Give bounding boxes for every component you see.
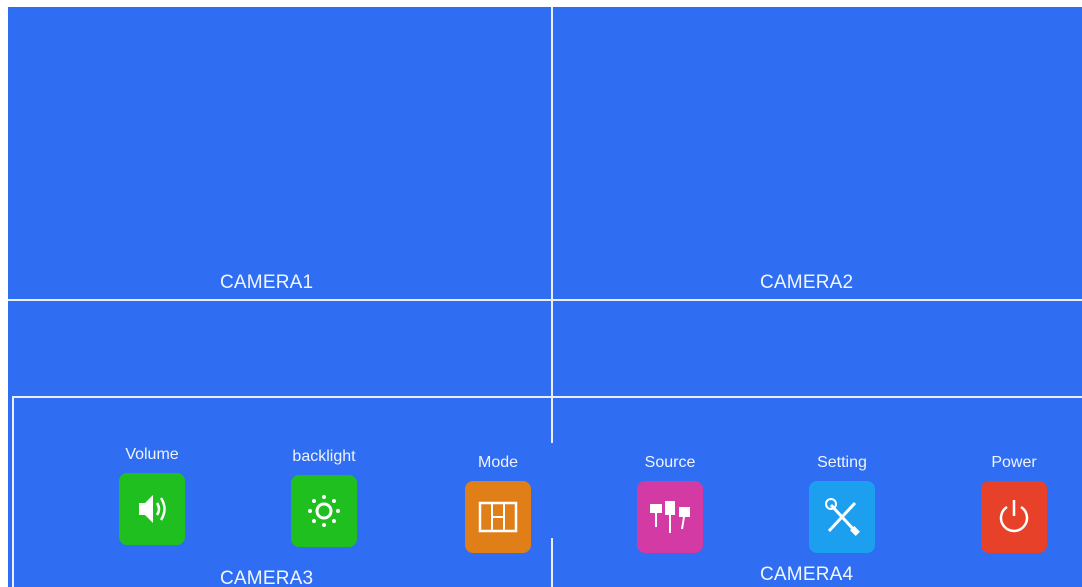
menu-item-backlight[interactable]: backlight bbox=[274, 447, 374, 547]
power-icon bbox=[999, 500, 1029, 533]
power-label: Power bbox=[991, 454, 1037, 471]
speaker-icon bbox=[139, 495, 166, 523]
mode-button[interactable] bbox=[465, 481, 531, 553]
layout-icon bbox=[478, 501, 518, 533]
quad-horizontal-divider bbox=[8, 299, 1082, 301]
camera3-label: CAMERA3 bbox=[220, 568, 314, 587]
backlight-button[interactable] bbox=[291, 475, 357, 547]
backlight-label: backlight bbox=[292, 448, 356, 465]
source-button[interactable] bbox=[637, 481, 703, 553]
menu-item-source[interactable]: Source bbox=[620, 453, 720, 553]
volume-label: Volume bbox=[125, 446, 179, 463]
mode-label: Mode bbox=[477, 454, 519, 471]
menu-item-power[interactable]: Power bbox=[964, 453, 1064, 553]
menu-divider-gap bbox=[551, 443, 563, 538]
camera-quad-view: CAMERA1 CAMERA2 Volume backlight Mode So… bbox=[8, 7, 1082, 587]
volume-button[interactable] bbox=[119, 473, 185, 545]
camera2-label: CAMERA2 bbox=[760, 272, 854, 293]
camera4-label: CAMERA4 bbox=[760, 564, 854, 585]
setting-label: Setting bbox=[817, 454, 867, 471]
menu-item-setting[interactable]: Setting bbox=[792, 453, 892, 553]
tools-icon bbox=[825, 498, 860, 536]
camera1-label: CAMERA1 bbox=[220, 272, 314, 293]
osd-menu-panel: Volume backlight Mode Source Setting Pow… bbox=[12, 396, 1082, 587]
power-button[interactable] bbox=[981, 481, 1047, 553]
sun-icon bbox=[308, 495, 340, 527]
menu-item-mode[interactable]: Mode bbox=[448, 453, 548, 553]
menu-item-volume[interactable]: Volume bbox=[102, 445, 202, 545]
source-label: Source bbox=[644, 454, 696, 471]
cables-icon bbox=[650, 501, 690, 533]
setting-button[interactable] bbox=[809, 481, 875, 553]
